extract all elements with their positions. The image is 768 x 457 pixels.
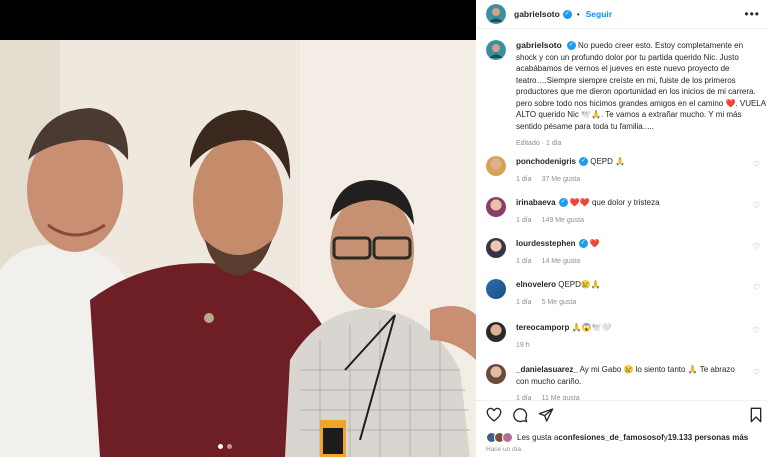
comment-likes[interactable]: 37 Me gusta: [542, 176, 581, 183]
comment-meta: 19 h: [516, 340, 746, 352]
post-timestamp: Hace un día: [486, 446, 522, 453]
post-caption: gabrielsoto ✓ No puedo creer esto. Estoy …: [486, 40, 766, 150]
more-icon[interactable]: •••: [744, 7, 760, 21]
comment-body: tereocamporp 🙏😱🕊️🤍 19 h: [516, 322, 746, 351]
comment-likes[interactable]: 149 Me gusta: [542, 217, 584, 224]
comment-like-icon[interactable]: ♡: [753, 242, 760, 251]
liker-avatars: [486, 432, 513, 443]
commenter-username[interactable]: elnovelero: [516, 280, 556, 289]
author-username[interactable]: gabrielsoto: [514, 9, 560, 19]
comment-text: QEPD 🙏: [590, 157, 626, 166]
comment-text: 🙏😱🕊️🤍: [571, 323, 612, 332]
verified-badge-icon: ✓: [566, 41, 576, 51]
caption-time: 1 día: [545, 140, 562, 147]
comment-like-icon[interactable]: ♡: [753, 283, 760, 292]
comment-likes[interactable]: 14 Me gusta: [542, 258, 581, 265]
commenter-avatar[interactable]: [486, 322, 506, 342]
liker-avatar[interactable]: [502, 432, 513, 443]
comment-body: ponchodenigris ✓ QEPD 🙏 1 día 37 Me gusta: [516, 156, 746, 185]
comment-meta: 1 día 14 Me gusta: [516, 256, 746, 268]
comment-item: ponchodenigris ✓ QEPD 🙏 1 día 37 Me gusta …: [486, 156, 766, 185]
likes-summary: Les gusta a confesiones_de_famososof y 1…: [486, 432, 748, 443]
bookmark-icon[interactable]: [748, 407, 764, 423]
verified-badge-icon: ✓: [558, 198, 568, 208]
commenter-username[interactable]: lourdesstephen: [516, 239, 576, 248]
comment-meta: 1 día 149 Me gusta: [516, 215, 746, 227]
header-separator: •: [576, 9, 580, 19]
heart-icon[interactable]: [486, 407, 502, 423]
comment-item: lourdesstephen ✓ ❤️ 1 día 14 Me gusta ♡: [486, 238, 766, 267]
comment-time: 1 día: [516, 216, 532, 224]
caption-avatar[interactable]: [486, 40, 506, 60]
commenter-username[interactable]: ponchodenigris: [516, 157, 576, 166]
commenter-avatar[interactable]: [486, 364, 506, 384]
comment-likes[interactable]: 5 Me gusta: [542, 299, 577, 306]
commenter-username[interactable]: irinabaeva: [516, 198, 556, 207]
comment-meta: 1 día 37 Me gusta: [516, 174, 746, 186]
likes-user[interactable]: confesiones_de_famososof: [558, 433, 663, 442]
comment-icon[interactable]: [512, 407, 528, 423]
comment-body: lourdesstephen ✓ ❤️ 1 día 14 Me gusta: [516, 238, 746, 267]
comment-item: tereocamporp 🙏😱🕊️🤍 19 h ♡: [486, 322, 766, 351]
comment-like-icon[interactable]: ♡: [753, 160, 760, 169]
comment-body: irinabaeva ✓ ❤️❤️ que dolor y tristeza 1 …: [516, 197, 746, 226]
commenter-avatar[interactable]: [486, 238, 506, 258]
comment-text: ❤️❤️ que dolor y tristeza: [569, 198, 660, 207]
comment-body: elnovelero QEPD😢🙏 1 día 5 Me gusta: [516, 279, 746, 308]
post-header: gabrielsoto ✓ • Seguir •••: [476, 0, 768, 29]
caption-meta: Editado · 1 día: [516, 140, 562, 147]
likes-count[interactable]: 19.133 personas más: [668, 433, 749, 442]
caption-username[interactable]: gabrielsoto: [516, 40, 562, 50]
comment-item: irinabaeva ✓ ❤️❤️ que dolor y tristeza 1 …: [486, 197, 766, 226]
commenter-avatar[interactable]: [486, 197, 506, 217]
commenter-username[interactable]: _danielasuarez_: [516, 365, 578, 374]
carousel-dot[interactable]: [227, 444, 232, 449]
comment-time: 1 día: [516, 175, 532, 183]
caption-body: gabrielsoto ✓ No puedo creer esto. Estoy …: [516, 40, 766, 150]
comment-like-icon[interactable]: ♡: [753, 326, 760, 335]
commenter-username[interactable]: tereocamporp: [516, 323, 569, 332]
post-media[interactable]: [0, 0, 476, 457]
commenter-avatar[interactable]: [486, 156, 506, 176]
post-sidebar: gabrielsoto ✓ • Seguir ••• gabrielsoto ✓ …: [476, 0, 768, 457]
comment-text: QEPD😢🙏: [558, 280, 601, 289]
photo-illustration: [0, 40, 476, 457]
commenter-avatar[interactable]: [486, 279, 506, 299]
comment-item: elnovelero QEPD😢🙏 1 día 5 Me gusta ♡: [486, 279, 766, 308]
likes-prefix: Les gusta a: [517, 433, 559, 442]
comment-like-icon[interactable]: ♡: [753, 201, 760, 210]
post-photo[interactable]: [0, 40, 476, 457]
caption-text: No puedo creer esto. Estoy completamente…: [516, 41, 766, 131]
carousel-indicator: [218, 444, 232, 449]
comment-time: 1 día: [516, 298, 532, 306]
comment-body: _danielasuarez_ Ay mi Gabo 😢 lo siento t…: [516, 364, 746, 405]
follow-button[interactable]: Seguir: [586, 9, 612, 19]
comment-time: 19 h: [516, 341, 530, 349]
comment-time: 1 día: [516, 257, 532, 265]
comment-item: _danielasuarez_ Ay mi Gabo 😢 lo siento t…: [486, 364, 766, 405]
comment-meta: 1 día 5 Me gusta: [516, 297, 746, 309]
author-avatar[interactable]: [486, 4, 506, 24]
action-buttons: [486, 407, 554, 423]
edited-label: Editado: [516, 140, 540, 147]
verified-badge-icon: ✓: [579, 157, 588, 167]
verified-badge-icon: ✓: [578, 239, 588, 249]
carousel-dot-active: [218, 444, 223, 449]
send-icon[interactable]: [538, 407, 554, 423]
verified-badge-icon: ✓: [562, 9, 572, 19]
comment-text: ❤️: [589, 239, 600, 248]
comment-like-icon[interactable]: ♡: [753, 368, 760, 377]
